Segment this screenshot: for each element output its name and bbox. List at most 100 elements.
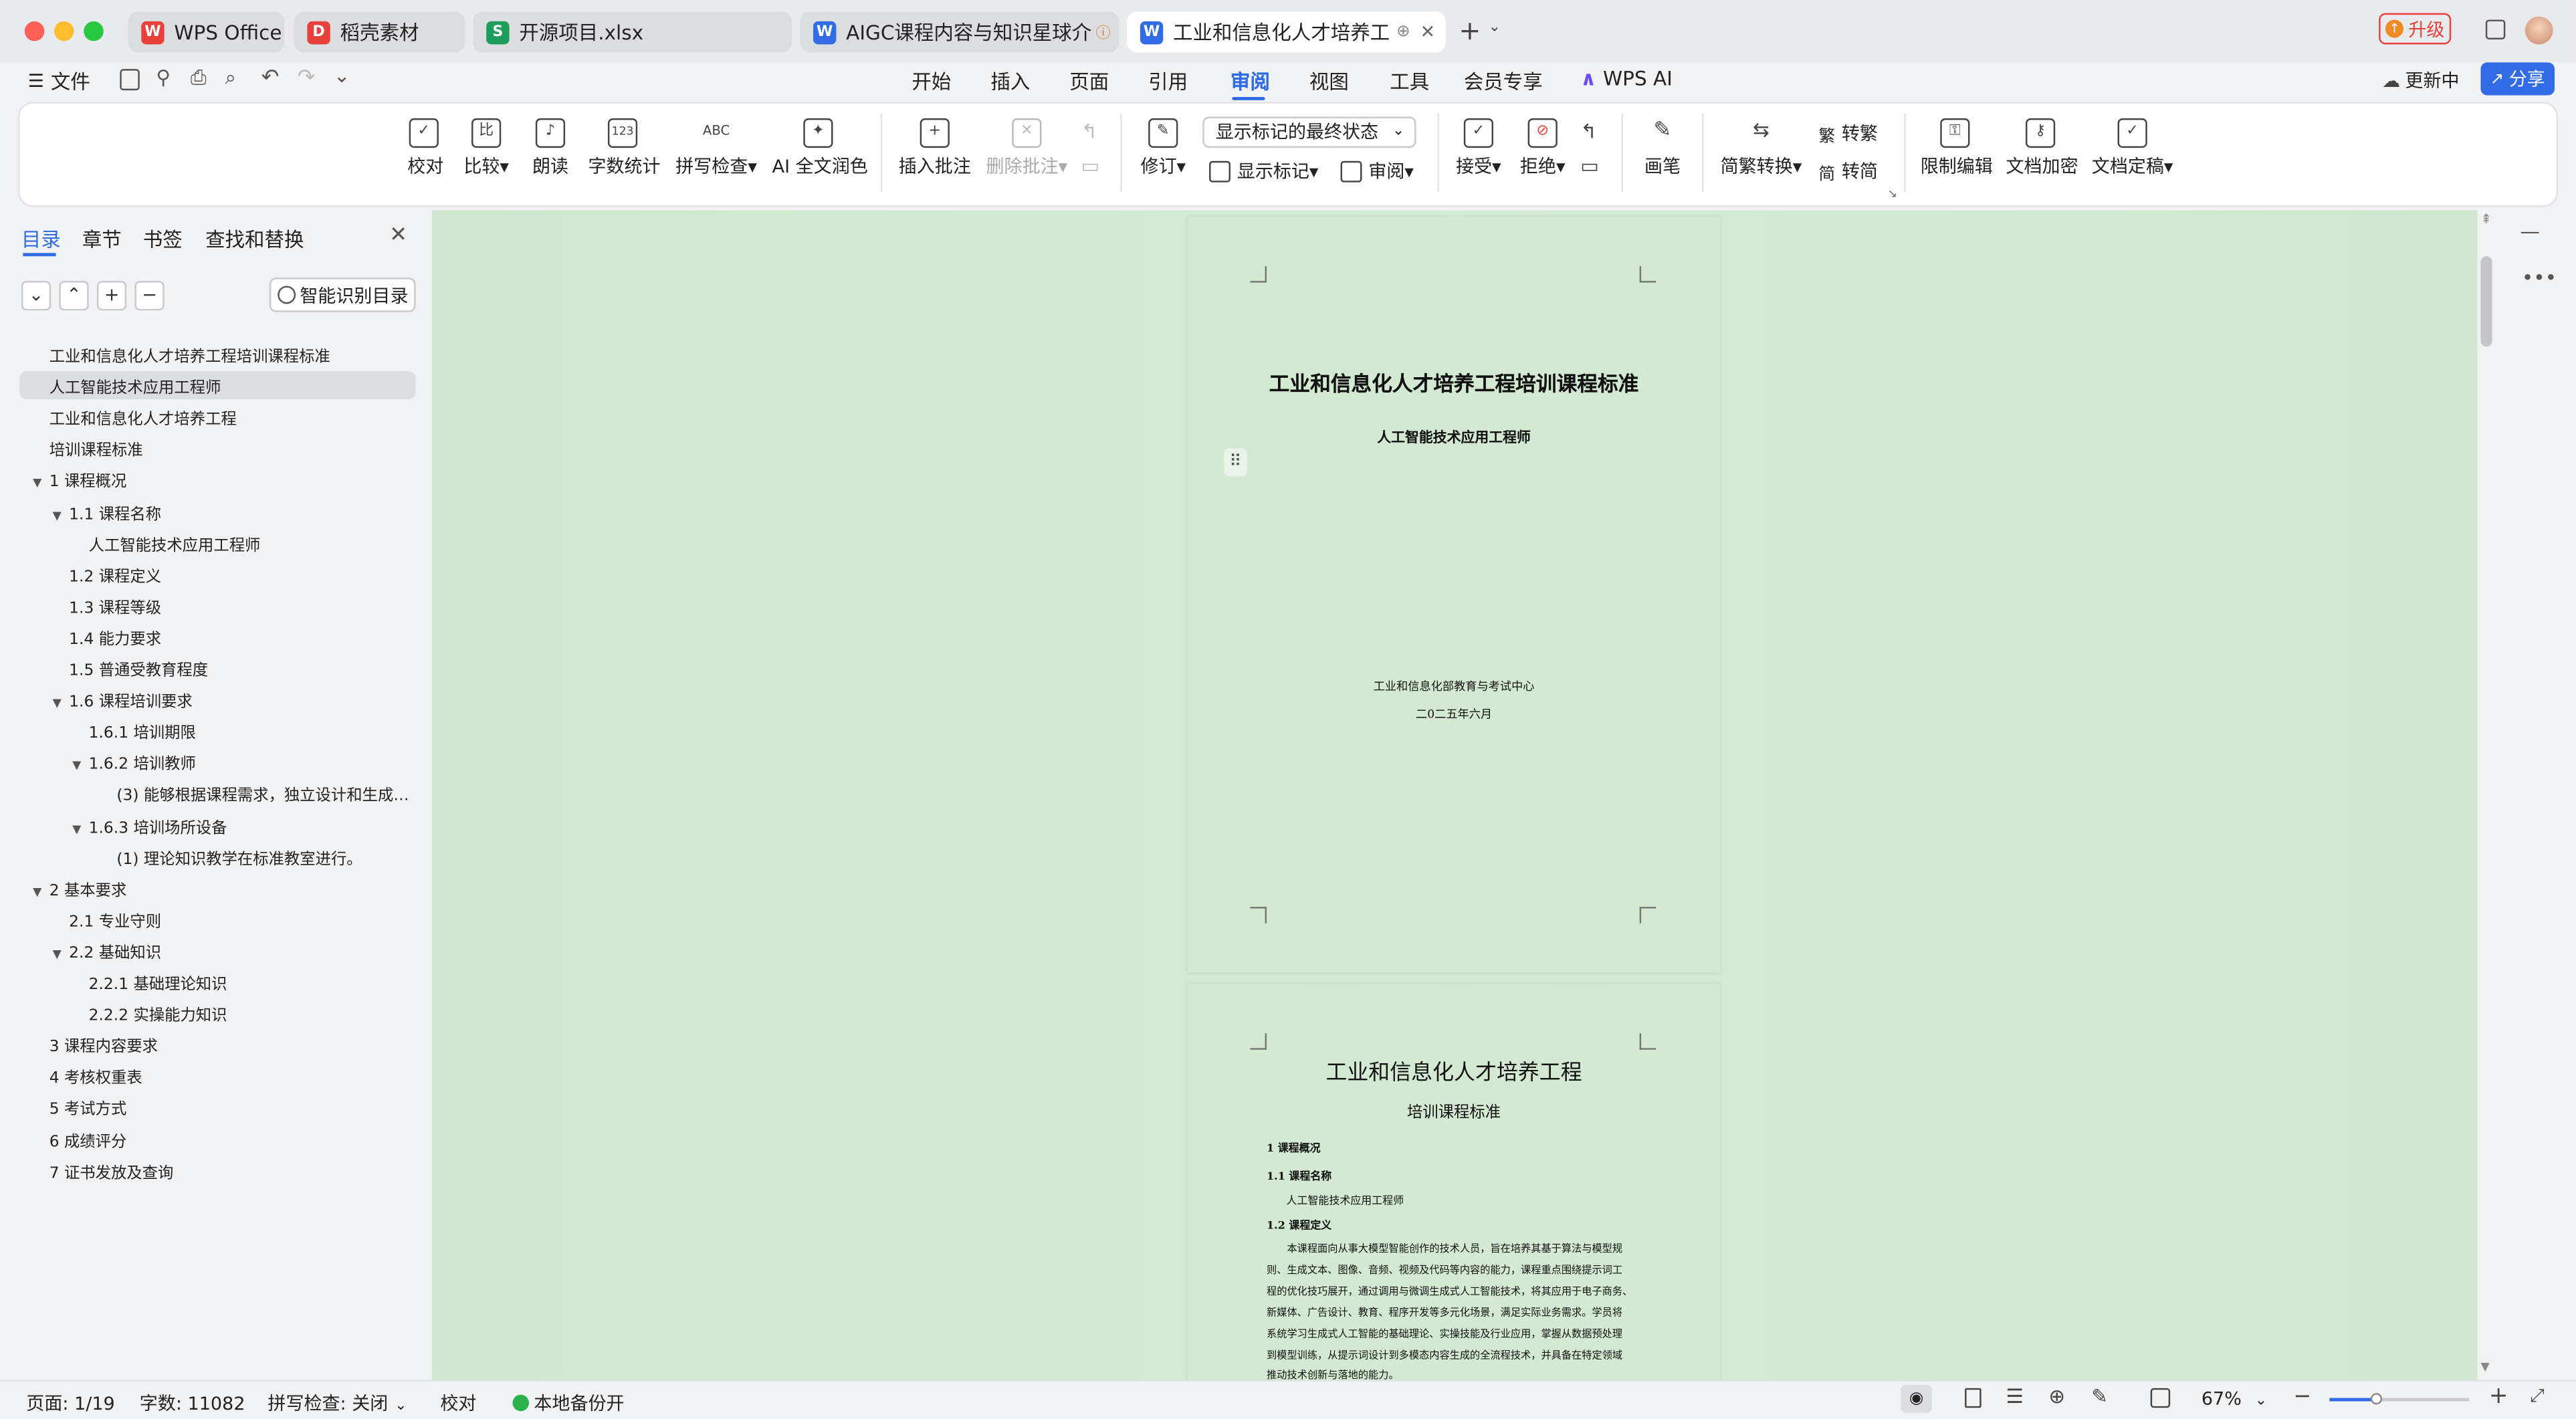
expand-group-icon[interactable]: ↘ <box>1888 187 1897 201</box>
toc-item[interactable]: 5 考试方式 <box>33 1097 127 1119</box>
toc-item[interactable]: ▼ 1.6 课程培训要求 <box>53 689 193 712</box>
sync-status[interactable]: ☁ 更新中 <box>2382 68 2459 94</box>
spell-check-button[interactable]: ABC 拼写检查▾ <box>673 118 759 179</box>
expand-up-button[interactable]: ⌃ <box>59 281 89 311</box>
close-window-button[interactable] <box>24 21 45 41</box>
tab-wps-office[interactable]: W WPS Office <box>128 11 284 53</box>
prev-change-icon[interactable]: ↰ <box>1580 120 1597 142</box>
fullscreen-icon[interactable]: ⤢ <box>2530 1385 2545 1408</box>
next-comment-icon[interactable]: ▭ <box>1081 154 1099 177</box>
fit-page-icon[interactable] <box>2150 1388 2171 1408</box>
next-change-icon[interactable]: ▭ <box>1580 154 1599 177</box>
to-simplified-button[interactable]: 简转简 <box>1818 158 1877 184</box>
expand-caret-icon[interactable]: ▼ <box>72 760 89 773</box>
toc-item[interactable]: 2.2.1 基础理论知识 <box>72 971 227 994</box>
toc-item[interactable]: 2.1 专业守则 <box>53 908 161 931</box>
zoom-slider-thumb[interactable] <box>2370 1393 2383 1405</box>
word-count-button[interactable]: 123 字数统计 <box>588 118 661 179</box>
more-dropdown-icon[interactable]: ⌄ <box>334 64 350 87</box>
toc-item[interactable]: 4 考核权重表 <box>33 1065 142 1088</box>
print-preview-icon[interactable]: ⌕ <box>225 66 237 90</box>
scrollbar-thumb[interactable] <box>2480 256 2492 347</box>
print-icon[interactable]: ⎙ <box>191 66 207 90</box>
drag-handle-icon[interactable]: ⠿ <box>1224 448 1247 477</box>
file-menu[interactable]: ☰ 文件 <box>28 68 90 96</box>
read-aloud-button[interactable]: ♪ 朗读 <box>532 118 568 179</box>
toc-item[interactable]: 6 成绩评分 <box>33 1127 127 1151</box>
toc-item[interactable]: (3) 能够根据课程需求，独立设计和生成… <box>100 782 409 806</box>
toc-item[interactable]: 培训课程标准 <box>33 437 143 461</box>
share-button[interactable]: ↗ 分享 <box>2480 62 2555 96</box>
redo-icon[interactable]: ↷ <box>298 66 316 90</box>
avatar[interactable] <box>2525 16 2553 45</box>
tab-start[interactable]: 开始 <box>911 68 951 96</box>
toc-item[interactable]: 1.4 能力要求 <box>53 626 161 649</box>
vertical-scrollbar[interactable]: ⇞ ▼ <box>2477 210 2498 1380</box>
eye-protection-button[interactable]: ◉ <box>1901 1384 1932 1413</box>
toc-item[interactable]: ▼ 2.2 基础知识 <box>53 940 161 962</box>
expand-caret-icon[interactable]: ▼ <box>33 885 49 898</box>
add-heading-button[interactable]: + <box>96 281 127 311</box>
toc-item[interactable]: 3 课程内容要求 <box>33 1034 158 1057</box>
delete-comment-button[interactable]: ✕ 删除批注▾ <box>986 118 1068 179</box>
scroll-top-icon[interactable]: ⇞ <box>2480 212 2491 227</box>
tab-references[interactable]: 引用 <box>1148 68 1188 96</box>
tab-wps-ai[interactable]: ∧ WPS AI <box>1580 68 1673 90</box>
ai-polish-button[interactable]: ✦ AI 全文润色 <box>772 118 868 179</box>
page-indicator[interactable]: 页面: 1/19 <box>26 1390 114 1416</box>
expand-caret-icon[interactable]: ▼ <box>33 477 49 490</box>
expand-caret-icon[interactable]: ▼ <box>53 697 70 710</box>
toc-item[interactable]: 1.2 课程定义 <box>53 563 161 586</box>
insert-comment-button[interactable]: + 插入批注 <box>899 118 971 179</box>
page-view-icon[interactable] <box>1965 1388 1981 1408</box>
toc-item[interactable]: 7 证书发放及查询 <box>33 1159 174 1182</box>
review-pane-button[interactable]: 审阅 ▾ <box>1340 158 1414 184</box>
zoom-slider[interactable] <box>2329 1393 2470 1405</box>
toc-item[interactable]: ▼ 1 课程概况 <box>33 469 126 492</box>
tab-chapters[interactable]: 章节 <box>82 225 122 253</box>
show-markup-button[interactable]: 显示标记 ▾ <box>1209 158 1318 184</box>
toc-item[interactable]: 人工智能技术应用工程师 <box>33 374 221 398</box>
more-icon[interactable]: ••• <box>2522 266 2557 289</box>
toc-item[interactable]: ▼ 1.6.2 培训教师 <box>72 751 196 774</box>
tab-insert[interactable]: 插入 <box>990 68 1030 96</box>
tab-find-replace[interactable]: 查找和替换 <box>205 225 304 253</box>
zoom-out-icon[interactable]: − <box>2293 1385 2311 1410</box>
toc-item[interactable]: ▼ 1.6.3 培训场所设备 <box>72 814 227 837</box>
new-tab-button[interactable]: + <box>1459 15 1481 46</box>
revise-button[interactable]: ✎ 修订▾ <box>1137 118 1190 179</box>
to-traditional-button[interactable]: 繁转繁 <box>1818 120 1877 146</box>
scroll-down-icon[interactable]: ▼ <box>2480 1360 2489 1374</box>
minimize-pane-icon[interactable]: — <box>2520 220 2539 243</box>
compare-button[interactable]: 比比较▾ <box>461 118 511 179</box>
save-icon[interactable] <box>120 69 140 91</box>
maximize-window-button[interactable] <box>84 21 104 41</box>
smart-toc-button[interactable]: 智能识别目录 <box>269 278 416 312</box>
markup-state-select[interactable]: 显示标记的最终状态 ⌄ <box>1202 116 1416 148</box>
tab-review[interactable]: 审阅 <box>1230 68 1270 96</box>
toc-item[interactable]: 人工智能技术应用工程师 <box>72 532 261 554</box>
tab-current-doc[interactable]: W 工业和信息化人才培养工程 ⊕ ✕ <box>1127 11 1446 53</box>
upgrade-button[interactable]: ↑ 升级 <box>2379 13 2452 45</box>
restrict-edit-button[interactable]: ⚿ 限制编辑 <box>1921 118 1993 179</box>
tab-docer[interactable]: D 稻壳素材 <box>294 11 465 53</box>
tab-bookmarks[interactable]: 书签 <box>143 225 183 253</box>
minimize-window-button[interactable] <box>54 21 74 41</box>
proofread-status[interactable]: 校对 <box>440 1390 476 1416</box>
toc-item[interactable]: ▼ 1.1 课程名称 <box>53 500 161 523</box>
close-tab-icon[interactable]: ✕ <box>1420 21 1435 43</box>
tab-page[interactable]: 页面 <box>1069 68 1109 96</box>
tab-tools[interactable]: 工具 <box>1390 68 1429 96</box>
prev-comment-icon[interactable]: ↰ <box>1081 120 1097 142</box>
write-mode-icon[interactable]: ✎ <box>2091 1385 2108 1408</box>
tab-xlsx[interactable]: S 开源项目.xlsx <box>473 11 792 53</box>
remove-heading-button[interactable]: − <box>134 281 165 311</box>
toc-item[interactable]: ▼ 2 基本要求 <box>33 877 126 899</box>
finalize-button[interactable]: ✓ 文档定稿▾ <box>2091 118 2173 179</box>
collapse-all-button[interactable]: ⌄ <box>21 281 51 311</box>
proofread-button[interactable]: ✓ 校对 <box>407 118 443 179</box>
tab-toc[interactable]: 目录 <box>21 225 61 253</box>
encrypt-button[interactable]: ⚷ 文档加密 <box>2006 118 2078 179</box>
close-pane-icon[interactable]: ✕ <box>389 223 407 248</box>
pin-icon[interactable]: ⊕ <box>1396 23 1410 41</box>
